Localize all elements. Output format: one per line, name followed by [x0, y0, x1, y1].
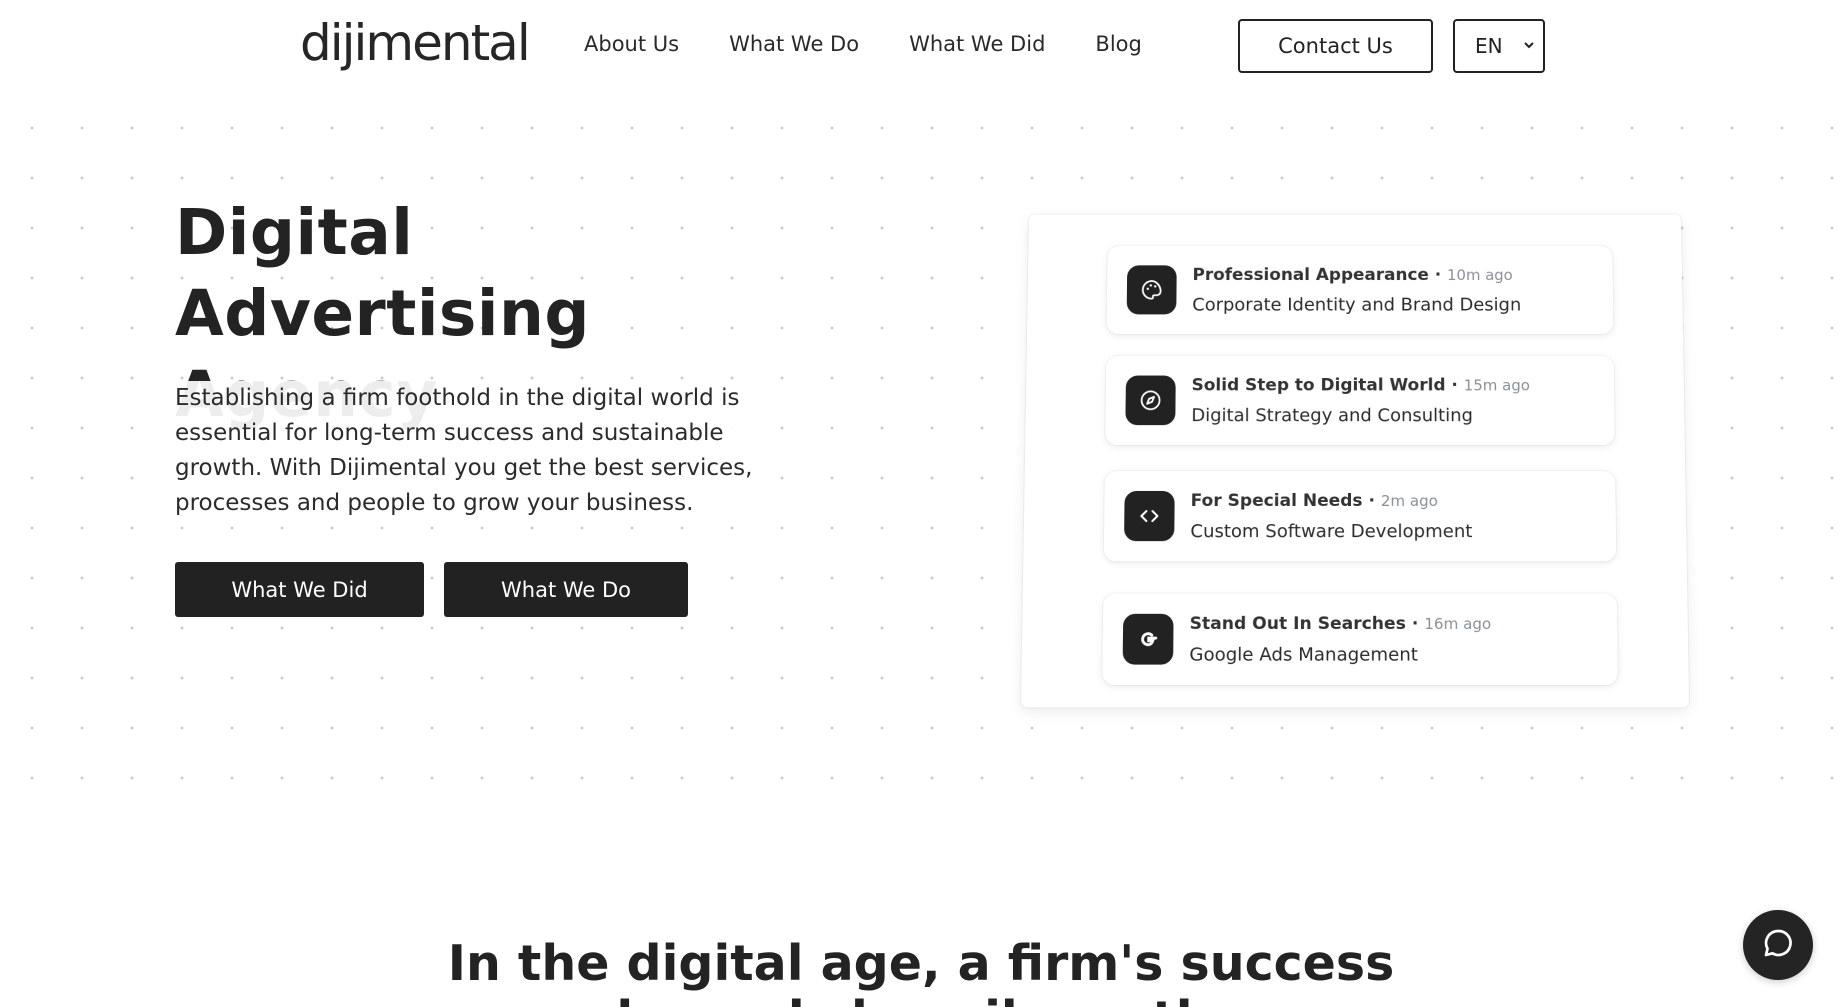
what-we-did-button[interactable]: What We Did	[175, 562, 424, 617]
nav-what-we-do[interactable]: What We Do	[729, 32, 859, 56]
service-card[interactable]: For Special Needs · 2m ago Custom Softwa…	[1103, 470, 1617, 562]
chat-bubble-icon	[1760, 925, 1796, 965]
nav-what-we-did[interactable]: What We Did	[909, 32, 1045, 56]
code-icon	[1124, 490, 1175, 542]
logo[interactable]: dijimental	[300, 14, 531, 72]
service-card[interactable]: Solid Step to Digital World · 15m ago Di…	[1105, 355, 1615, 446]
card-time: 2m ago	[1380, 491, 1438, 511]
nav-about-us[interactable]: About Us	[584, 32, 679, 56]
main-nav: About Us What We Do What We Did Blog	[584, 32, 1192, 56]
card-time: 10m ago	[1446, 266, 1513, 284]
card-time: 16m ago	[1424, 614, 1492, 634]
card-subtitle: Corporate Identity and Brand Design	[1192, 294, 1522, 316]
card-title: Stand Out In Searches · 16m ago	[1189, 613, 1492, 635]
section-heading-line1: In the digital age, a firm's success	[447, 935, 1395, 992]
service-card[interactable]: Professional Appearance · 10m ago Corpor…	[1106, 245, 1614, 335]
card-subtitle: Google Ads Management	[1189, 644, 1418, 666]
chevron-down-icon	[1523, 35, 1535, 59]
services-panel: Professional Appearance · 10m ago Corpor…	[1020, 214, 1690, 708]
chat-button[interactable]	[1743, 910, 1813, 980]
hero-title-line1: Digital	[175, 196, 414, 269]
what-we-do-button[interactable]: What We Do	[444, 562, 688, 617]
contact-us-button[interactable]: Contact Us	[1238, 19, 1433, 73]
card-title: Professional Appearance · 10m ago	[1192, 265, 1513, 285]
compass-icon	[1125, 375, 1176, 426]
service-card[interactable]: Stand Out In Searches · 16m ago Google A…	[1102, 593, 1618, 685]
card-subtitle: Custom Software Development	[1190, 521, 1473, 543]
section-heading-line2: depends heavily on the	[0, 992, 1842, 1007]
card-time: 15m ago	[1463, 376, 1530, 395]
language-value: EN	[1475, 34, 1503, 58]
section-heading: In the digital age, a firm's success dep…	[0, 936, 1842, 1007]
site-header: dijimental About Us What We Do What We D…	[0, 0, 1842, 92]
hero-description: Establishing a firm foothold in the digi…	[175, 381, 755, 521]
nav-blog[interactable]: Blog	[1095, 32, 1141, 56]
card-subtitle: Digital Strategy and Consulting	[1191, 405, 1474, 427]
google-icon	[1122, 613, 1174, 665]
palette-icon	[1126, 265, 1177, 315]
card-title: For Special Needs · 2m ago	[1190, 490, 1438, 512]
card-title: Solid Step to Digital World · 15m ago	[1191, 375, 1530, 396]
language-select[interactable]: EN	[1453, 19, 1545, 73]
